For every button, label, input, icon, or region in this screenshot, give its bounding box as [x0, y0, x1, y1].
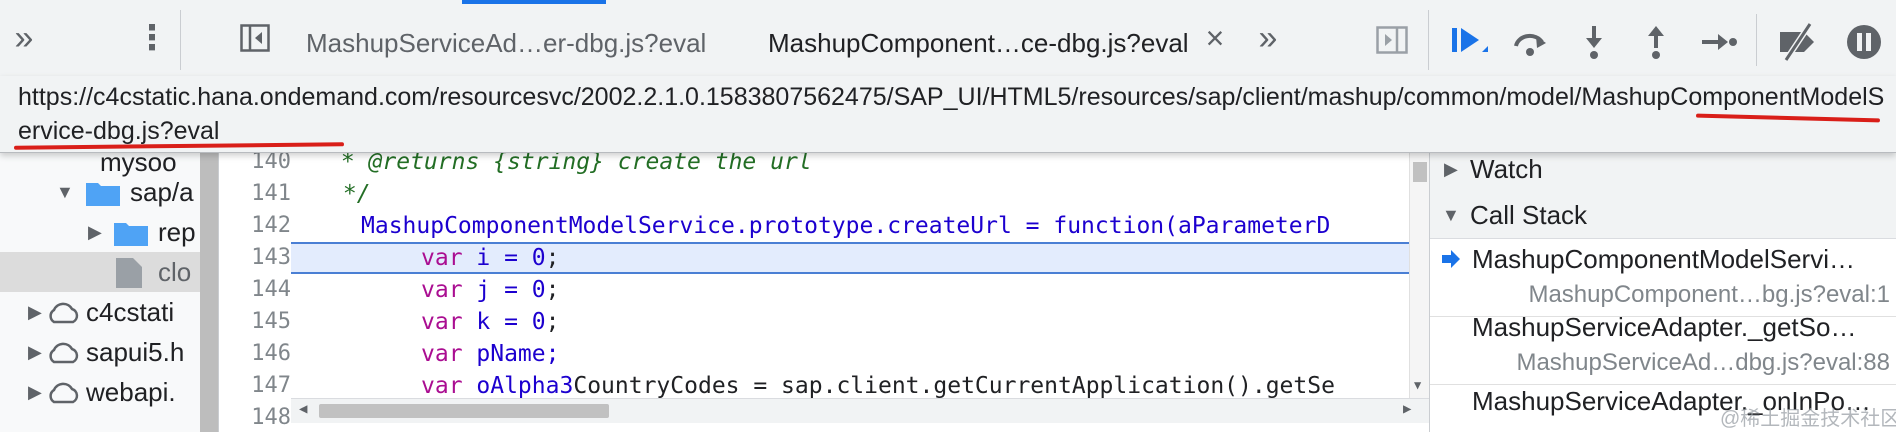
horizontal-scrollbar[interactable]: ◀ ▶ [291, 398, 1429, 423]
close-tab-icon[interactable]: × [1200, 18, 1230, 58]
call-frame[interactable]: MashupServiceAdapter._getSo… MashupServi… [1430, 306, 1896, 385]
call-frame-name: MashupServiceAdapter._getSo… [1472, 312, 1857, 342]
debugger-sidebar: ▶ Watch ▼ Call Stack MashupComponentMode… [1429, 152, 1896, 432]
active-panel-indicator [462, 0, 606, 4]
deactivate-breakpoints-icon[interactable] [1776, 22, 1820, 62]
more-tabs-icon[interactable]: » [6, 18, 42, 58]
menu-icon[interactable]: ⋮ [134, 18, 170, 58]
current-frame-arrow-icon [1442, 250, 1460, 268]
code-line: MashupComponentModelService.prototype.cr… [361, 213, 1331, 239]
line-number[interactable]: 144 [219, 274, 291, 306]
call-frame-name: MashupComponentModelServi… [1472, 244, 1855, 274]
scroll-right-icon[interactable]: ▶ [1403, 401, 1411, 417]
tab-mashup-component-model-service[interactable]: MashupComponent…ce-dbg.js?eval [768, 24, 1189, 62]
callstack-label: Call Stack [1470, 200, 1588, 230]
line-number[interactable]: 141 [219, 178, 291, 210]
toggle-debugger-icon[interactable] [1376, 26, 1408, 54]
resume-icon[interactable] [1450, 22, 1490, 62]
step-icon[interactable] [1698, 22, 1738, 62]
tree-item-label: clo [158, 257, 192, 287]
horizontal-scroll-thumb[interactable] [319, 404, 609, 418]
expanded-arrow-icon: ▼ [1442, 205, 1460, 225]
collapsed-arrow-icon: ▶ [88, 222, 102, 242]
tab-label: MashupServiceAd…er-dbg.js?eval [306, 28, 707, 58]
tab-mashup-service-adapter[interactable]: MashupServiceAd…er-dbg.js?eval [306, 24, 706, 62]
code-line: var j = 0; [421, 277, 560, 303]
tree-item-file-selected[interactable]: clo [0, 252, 218, 292]
line-number[interactable]: 145 [219, 306, 291, 338]
tree-item-label: webapi. [86, 377, 176, 407]
line-number[interactable]: 146 [219, 338, 291, 370]
collapsed-arrow-icon: ▶ [28, 382, 42, 402]
file-navigator: mysoo ▼ sap/a ▶ rep clo ▶ c4cstati ▶ sap… [0, 152, 219, 432]
tree-item-domain[interactable]: ▶ c4cstati [0, 292, 200, 332]
code-line: var pName; [421, 341, 560, 367]
line-number[interactable]: 143 [219, 242, 291, 274]
code-line: var k = 0; [421, 309, 560, 335]
cloud-icon [49, 302, 79, 324]
pause-on-exceptions-icon[interactable] [1844, 22, 1884, 62]
scroll-down-icon[interactable]: ▼ [1414, 378, 1421, 392]
tooltip-url: https://c4cstatic.hana.ondemand.com/reso… [18, 83, 1885, 145]
folder-icon [114, 223, 148, 246]
step-over-icon[interactable] [1510, 22, 1550, 62]
overflow-tabs-icon[interactable]: » [1250, 18, 1286, 58]
tree-item-folder[interactable]: ▼ sap/a [0, 172, 200, 212]
vertical-scroll-thumb[interactable] [1413, 162, 1427, 182]
watch-label: Watch [1470, 154, 1543, 184]
callstack-section-header[interactable]: ▼ Call Stack [1430, 192, 1896, 239]
collapsed-arrow-icon: ▶ [28, 302, 42, 322]
tree-item-label: c4cstati [86, 297, 175, 327]
tab-label: MashupComponent…ce-dbg.js?eval [768, 28, 1189, 58]
step-into-icon[interactable] [1574, 22, 1614, 62]
tree-item-domain[interactable]: ▶ sapui5.h [0, 332, 200, 372]
code-line: * @returns {string} create the url [327, 152, 812, 175]
tree-item-folder[interactable]: ▶ rep [0, 212, 200, 252]
tree-item-domain[interactable]: ▶ webapi. [0, 372, 200, 412]
collapsed-arrow-icon: ▶ [1444, 159, 1458, 179]
toolbar-divider [1428, 10, 1429, 70]
toggle-navigator-icon[interactable] [240, 24, 270, 52]
toolbar-divider [1756, 14, 1757, 66]
watermark: @稀土掘金技术社区 [1720, 408, 1896, 430]
folder-icon [86, 183, 120, 206]
cloud-icon [49, 382, 79, 404]
call-frame-location: MashupServiceAd…dbg.js?eval:88 [1516, 349, 1890, 376]
tree-item-label: sapui5.h [86, 337, 185, 367]
cloud-icon [49, 342, 79, 364]
code-line: */ [329, 181, 371, 207]
toolbar-divider [180, 10, 181, 70]
tree-item-label: rep [158, 217, 196, 247]
code-line: var i = 0; [421, 245, 560, 271]
vertical-scrollbar[interactable]: ▼ [1409, 152, 1429, 398]
expanded-arrow-icon: ▼ [56, 182, 74, 202]
line-number[interactable]: 140 [219, 152, 291, 178]
code-editor[interactable]: 140 * @returns {string} create the url 1… [219, 152, 1429, 432]
tree-item-label: sap/a [130, 177, 194, 207]
step-out-icon[interactable] [1636, 22, 1676, 62]
line-number[interactable]: 142 [219, 210, 291, 242]
url-tooltip: https://c4cstatic.hana.ondemand.com/reso… [0, 76, 1896, 153]
scroll-left-icon[interactable]: ◀ [299, 401, 307, 417]
file-icon [116, 258, 142, 288]
line-number[interactable]: 148 [219, 402, 291, 432]
collapsed-arrow-icon: ▶ [28, 342, 42, 362]
watch-section-header[interactable]: ▶ Watch [1430, 152, 1896, 193]
navigator-scrollbar[interactable] [200, 152, 218, 432]
line-number[interactable]: 147 [219, 370, 291, 402]
